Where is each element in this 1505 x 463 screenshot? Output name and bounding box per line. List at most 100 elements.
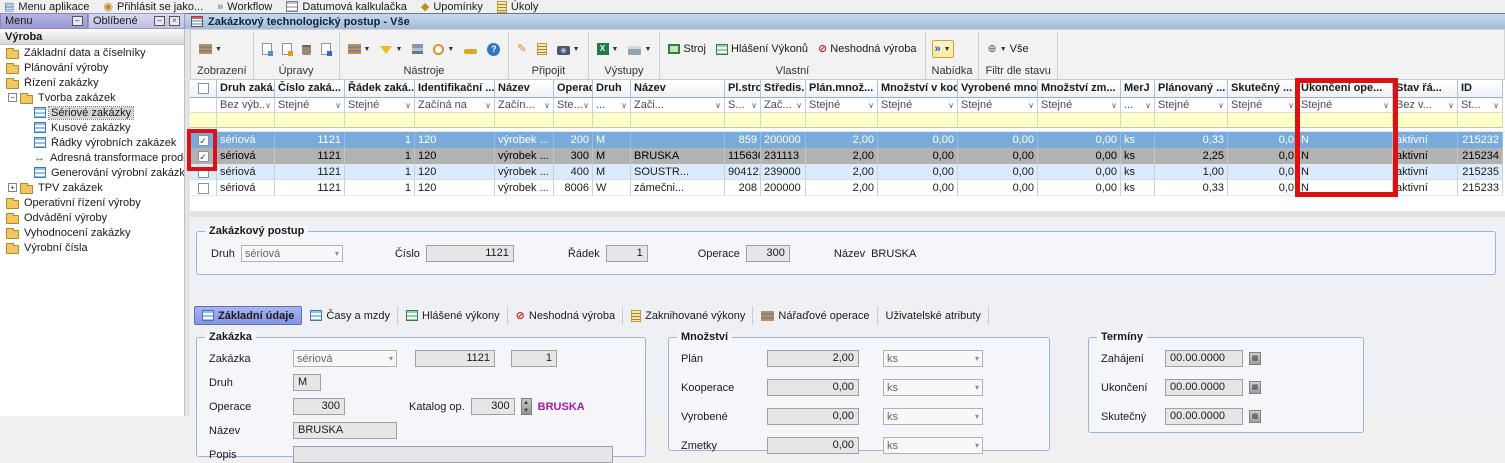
checkbox-icon[interactable] [198,167,209,178]
grid-cell[interactable]: 215235 [1458,164,1503,180]
grid-filter-cell[interactable]: Stejné∨ [1155,98,1228,113]
grid-select-all-header[interactable] [190,80,217,98]
toolbar-button-clock-icon[interactable]: ▼ [431,42,456,57]
grid-cell[interactable]: 0,00 [878,180,958,196]
grid-cell[interactable]: 8006 [554,180,593,196]
tab-u-ivatelsk-atributy[interactable]: Uživatelské atributy [879,306,989,325]
sidebar-item-v-robn-sla[interactable]: Výrobní čísla [0,240,184,255]
grid-cell[interactable]: aktivní [1393,180,1458,196]
grid-cell[interactable]: 120 [415,180,495,196]
grid-cell[interactable]: ks [1121,180,1155,196]
checkbox-icon[interactable] [198,183,209,194]
grid-cell[interactable]: 0,00 [1038,164,1121,180]
row-checkbox-cell[interactable] [190,164,217,180]
grid-column-header[interactable]: Středis... [761,80,806,98]
tab-z-kladn-daje[interactable]: Základní údaje [194,306,302,325]
toolbar-button-new-document-icon[interactable] [260,41,274,57]
toolbar-button-media-icon[interactable]: ▼ [555,41,582,57]
grid-cell[interactable]: 1 [345,164,415,180]
row-checkbox-cell[interactable]: ✓ [190,148,217,164]
grid-cell[interactable]: 0,0 [1228,132,1298,148]
grid-cell[interactable]: M [593,132,631,148]
postup-operace-field[interactable]: 300 [746,245,790,262]
grid-column-header[interactable]: Název [631,80,725,98]
checkbox-icon[interactable] [198,83,209,94]
grid-cell[interactable]: 1 [345,148,415,164]
sidebar-item-generov-n-v-robn-zak-zky-s[interactable]: Generování výrobní zakázky s [0,165,184,180]
grid-cell[interactable]: 400 [554,164,593,180]
sidebar-item-z-kladn-data-a-seln-ky[interactable]: Základní data a číselníky [0,45,184,60]
postup-cislo-field[interactable]: 1121 [426,245,514,262]
grid-cell[interactable]: 0,33 [1155,132,1228,148]
toolbar-button-print-icon[interactable]: ▼ [626,41,653,57]
grid-filter-cell[interactable]: Stejné∨ [1228,98,1298,113]
grid-data-row[interactable]: ✓sériová11211120výrobek ...200M859200000… [190,132,1505,148]
toolbar-button-view-layers-icon[interactable]: ▼ [197,42,224,56]
grid-cell[interactable]: 0,00 [878,132,958,148]
grid-data-row[interactable]: sériová11211120výrobek ...400MSOUSTR...9… [190,164,1505,180]
grid-cell[interactable]: 2,00 [806,132,878,148]
grid-cell[interactable]: 0,0 [1228,164,1298,180]
grid-cell[interactable]: sériová [217,148,275,164]
grid-cell[interactable]: 231113 [761,148,806,164]
grid-cell[interactable]: 1121 [275,148,345,164]
toolbar-button-copy-document-icon[interactable] [319,41,333,57]
grid-cell[interactable]: 0,00 [878,148,958,164]
grid-cell[interactable]: 200000 [761,180,806,196]
toolbar-button-list-icon[interactable] [535,41,549,57]
grid-cell[interactable]: 1121 [275,132,345,148]
grid-cell[interactable]: výrobek ... [495,164,554,180]
expand-expander-icon[interactable]: + [8,183,17,192]
toolbar-button-help-icon[interactable]: ? [485,41,502,58]
grid-filter-cell[interactable]: Začíná na∨ [415,98,495,113]
toolbar-button-note-icon[interactable]: ✎ [515,41,528,57]
grid-column-header[interactable]: Název [495,80,554,98]
grid-column-header[interactable]: Vyrobené mno... [958,80,1038,98]
grid-filter-cell[interactable]: Začín...∨ [495,98,554,113]
grid-data-row[interactable]: ✓sériová11211120výrobek ...300MBRUSKA115… [190,148,1505,164]
grid-cell[interactable]: M [593,148,631,164]
quantity-field[interactable]: 0,00 [767,379,859,396]
menu-panel-header[interactable]: Menu – [0,13,88,29]
quantity-field[interactable]: 2,00 [767,350,859,367]
grid-cell[interactable]: 0,00 [958,132,1038,148]
checkbox-icon[interactable]: ✓ [198,135,209,146]
favorites-panel-close-icon[interactable]: × [169,16,180,26]
grid-cell[interactable]: 1 [345,180,415,196]
grid-cell[interactable]: N [1298,148,1393,164]
grid-filter-cell[interactable]: Stejné∨ [878,98,958,113]
grid-column-header[interactable]: MerJ [1121,80,1155,98]
grid-cell[interactable]: W [593,180,631,196]
toolbar-button-settings-table-icon[interactable]: ▼ [346,42,373,56]
unit-combo[interactable]: ks▾ [883,437,983,454]
katalog-op-name-link[interactable]: BRUSKA [538,401,585,413]
grid-cell[interactable]: aktivní [1393,148,1458,164]
zakazka-druh-combo[interactable]: sériová▾ [293,350,397,367]
grid-cell[interactable]: 904121 [725,164,761,180]
menubar-item-p-ihl-sit-se-jako-[interactable]: ◉Přihlásit se jako... [103,1,203,13]
grid-cell[interactable]: výrobek ... [495,132,554,148]
collapse-expander-icon[interactable]: − [8,93,17,102]
grid-cell[interactable]: 1121 [275,164,345,180]
grid-cell[interactable]: 0,00 [958,164,1038,180]
grid-column-header[interactable]: Druh zaká... [217,80,275,98]
grid-filter-cell[interactable] [190,98,217,113]
zakazka-cislo-field[interactable]: 1121 [415,350,495,367]
menubar-item--koly[interactable]: Úkoly [497,1,539,13]
grid-column-header[interactable]: Plán.množ... [806,80,878,98]
grid-column-header[interactable]: Skutečný ... [1228,80,1298,98]
grid-cell[interactable]: 215234 [1458,148,1503,164]
toolbar-button-menu-arrows-icon[interactable]: »▼ [932,40,954,58]
sidebar-item-tvorba-zak-zek[interactable]: −Tvorba zakázek [0,90,184,105]
grid-cell[interactable]: 0,00 [1038,132,1121,148]
menubar-item-workflow[interactable]: »Workflow [217,1,272,13]
unit-combo[interactable]: ks▾ [883,379,983,396]
tab--asy-a-mzdy[interactable]: Časy a mzdy [303,306,398,325]
grid-cell[interactable]: aktivní [1393,164,1458,180]
calendar-button-icon[interactable]: ▦ [1249,410,1261,423]
grid-filter-cell[interactable]: ...∨ [593,98,631,113]
grid-filter-cell[interactable]: Stejné∨ [345,98,415,113]
calendar-button-icon[interactable]: ▦ [1249,381,1261,394]
favorites-panel-minimize-icon[interactable]: – [154,16,165,26]
grid-cell[interactable]: N [1298,164,1393,180]
